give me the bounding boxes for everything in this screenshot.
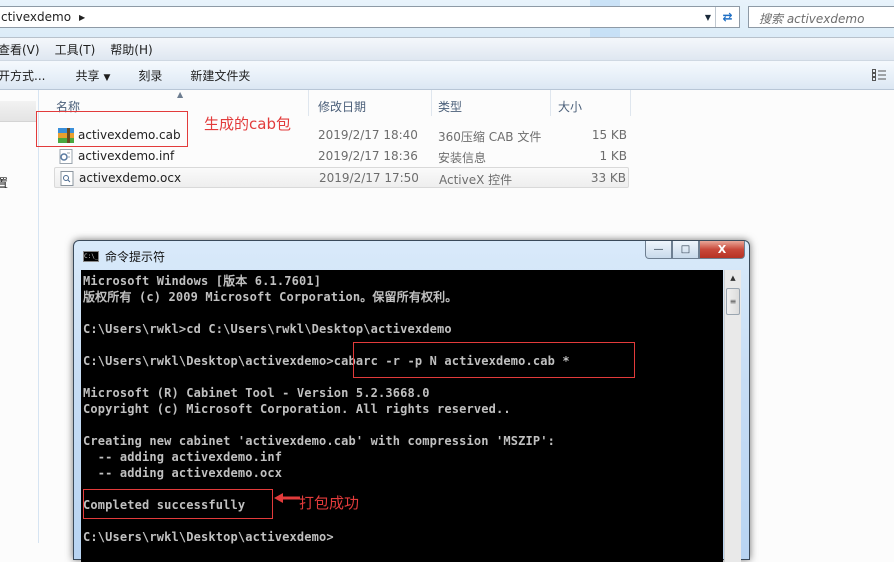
ocx-control-icon bbox=[60, 171, 74, 186]
file-row-selected[interactable]: activexdemo.ocx 2019/2/17 17:50 ActiveX … bbox=[54, 167, 629, 188]
file-size: 1 KB bbox=[599, 149, 627, 163]
breadcrumb-chevron-icon[interactable]: ▶ bbox=[79, 13, 85, 22]
nav-selected-item[interactable] bbox=[0, 101, 36, 122]
cmd-app-icon: C:\_ bbox=[83, 251, 99, 262]
file-modified: 2019/2/17 17:50 bbox=[319, 171, 419, 185]
share-dropdown-icon: ▼ bbox=[103, 72, 111, 83]
open-with-button[interactable]: 开方式... bbox=[0, 67, 45, 84]
annotation-label-cab: 生成的cab包 bbox=[204, 115, 291, 133]
minimize-button[interactable]: — bbox=[645, 241, 672, 259]
annotation-box-cab bbox=[36, 111, 188, 147]
command-bar: 开方式... 共享 ▼ 刻录 新建文件夹 bbox=[0, 60, 894, 90]
new-folder-button[interactable]: 新建文件夹 bbox=[190, 67, 250, 84]
vertical-scrollbar[interactable]: ▲ ≡ bbox=[724, 270, 741, 562]
annotation-arrow-icon bbox=[274, 493, 300, 503]
maximize-button[interactable]: □ bbox=[672, 241, 699, 259]
file-name: activexdemo.inf bbox=[78, 149, 175, 163]
address-dropdown-icon[interactable]: ▼ bbox=[701, 7, 715, 27]
console-line: Creating new cabinet 'activexdemo.cab' w… bbox=[83, 434, 555, 448]
column-divider[interactable] bbox=[431, 90, 432, 116]
scroll-thumb[interactable]: ≡ bbox=[726, 288, 740, 315]
menu-tools[interactable]: 工具(T) bbox=[55, 41, 96, 58]
file-type: ActiveX 控件 bbox=[439, 173, 513, 187]
column-divider[interactable] bbox=[308, 90, 309, 116]
file-row[interactable]: activexdemo.inf 2019/2/17 18:36 安装信息 1 K… bbox=[54, 146, 629, 167]
change-view-icon[interactable] bbox=[872, 69, 886, 81]
console-line: -- adding activexdemo.inf bbox=[83, 450, 283, 464]
menu-bar: 查看(V) 工具(T) 帮助(H) bbox=[0, 37, 894, 60]
console-line: -- adding activexdemo.ocx bbox=[83, 466, 283, 480]
address-bar[interactable]: ctivexdemo ▶ ▼ ⇄ bbox=[0, 6, 740, 28]
file-modified: 2019/2/17 18:36 bbox=[318, 149, 418, 163]
search-input[interactable]: 搜索 activexdemo bbox=[748, 6, 894, 28]
explorer-address-bar-area: ctivexdemo ▶ ▼ ⇄ 搜索 activexdemo bbox=[0, 0, 894, 37]
inf-settings-icon bbox=[59, 149, 73, 164]
navigation-pane: 置 bbox=[0, 90, 39, 543]
window-title-bar[interactable]: C:\_ 命令提示符 bbox=[83, 248, 165, 265]
file-modified: 2019/2/17 18:40 bbox=[318, 128, 418, 142]
column-header-size[interactable]: 大小 bbox=[558, 98, 582, 115]
scroll-up-icon[interactable]: ▲ bbox=[725, 270, 741, 286]
share-button[interactable]: 共享 ▼ bbox=[75, 67, 110, 84]
menu-help[interactable]: 帮助(H) bbox=[110, 41, 152, 58]
window-title: 命令提示符 bbox=[105, 250, 166, 264]
console-line: Microsoft (R) Cabinet Tool - Version 5.2… bbox=[83, 386, 430, 400]
annotation-box-command bbox=[353, 342, 635, 378]
column-header-type[interactable]: 类型 bbox=[438, 98, 462, 115]
file-type: 360压缩 CAB 文件 bbox=[438, 130, 542, 144]
breadcrumb-activexdemo[interactable]: ctivexdemo bbox=[0, 10, 71, 24]
console-line: C:\Users\rwkl>cd C:\Users\rwkl\Desktop\a… bbox=[83, 322, 452, 336]
close-button[interactable]: X bbox=[699, 241, 745, 259]
column-divider[interactable] bbox=[550, 90, 551, 116]
window-controls: — □ X bbox=[645, 241, 745, 259]
burn-button[interactable]: 刻录 bbox=[138, 67, 162, 84]
sort-ascending-icon: ▲ bbox=[177, 90, 184, 99]
file-size: 33 KB bbox=[590, 171, 626, 185]
menu-view[interactable]: 查看(V) bbox=[0, 41, 40, 58]
share-label: 共享 bbox=[75, 68, 100, 83]
annotation-box-success bbox=[83, 489, 273, 519]
file-type: 安装信息 bbox=[438, 151, 487, 165]
file-name: activexdemo.ocx bbox=[79, 171, 182, 185]
refresh-icon[interactable]: ⇄ bbox=[715, 7, 739, 27]
nav-item-label[interactable]: 置 bbox=[0, 174, 8, 191]
console-line: Microsoft Windows [版本 6.1.7601] bbox=[83, 274, 322, 288]
annotation-label-success: 打包成功 bbox=[299, 494, 360, 512]
column-header-modified[interactable]: 修改日期 bbox=[318, 98, 366, 115]
console-line: Copyright (c) Microsoft Corporation. All… bbox=[83, 402, 511, 416]
file-size: 15 KB bbox=[591, 128, 627, 142]
console-line: 版权所有 (c) 2009 Microsoft Corporation。保留所有… bbox=[83, 290, 458, 304]
column-divider[interactable] bbox=[630, 90, 631, 116]
